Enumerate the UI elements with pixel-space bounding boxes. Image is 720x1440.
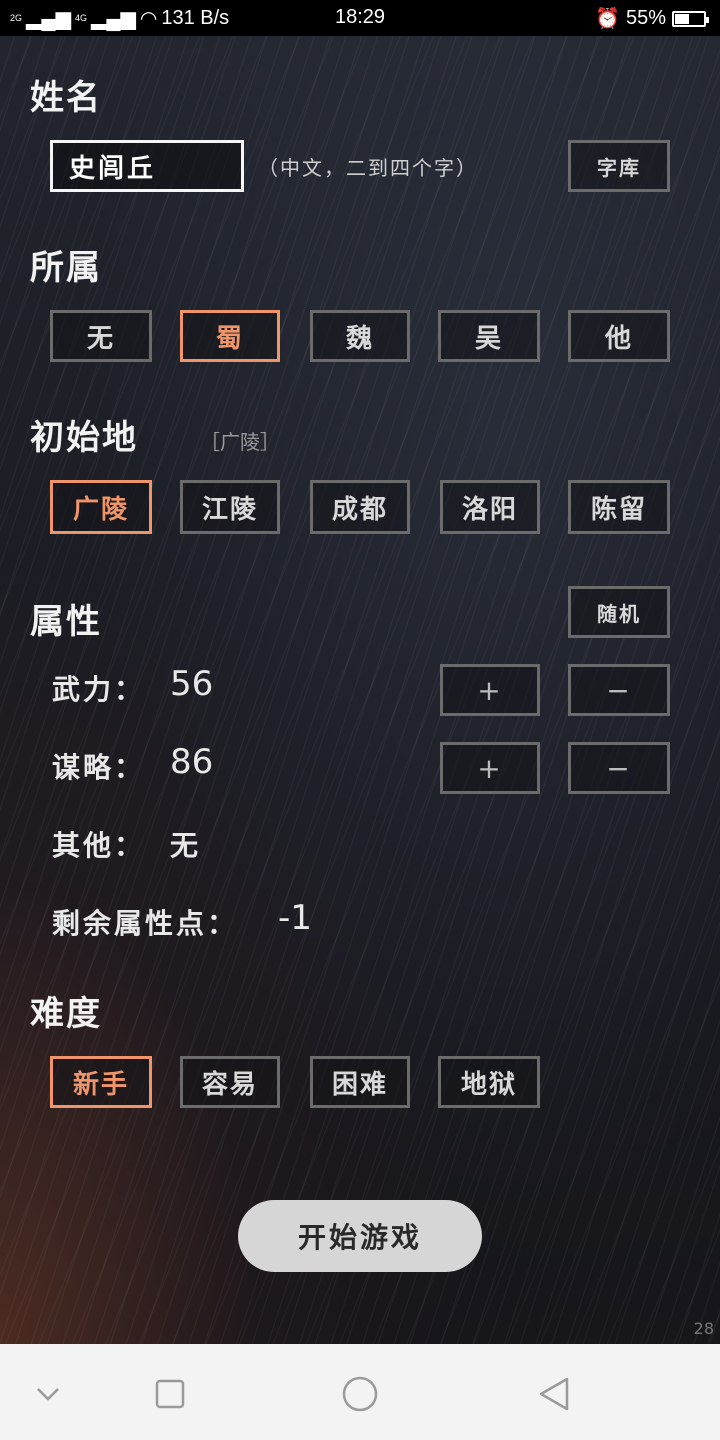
difficulty-heading: 难度 [30,994,102,1034]
name-library-button[interactable]: 字库 [568,140,670,192]
force-label: 武力： [52,673,146,706]
battery-fill [675,13,689,24]
status-bar: 2G ▂▄▆ 4G ▂▄▆ ◠ 131 B/s 18:29 ⏰ 55% [0,0,720,36]
origin-option-chenliu[interactable]: 陈留 [568,480,670,534]
difficulty-option-easy[interactable]: 容易 [180,1056,280,1108]
force-plus-button[interactable]: + [440,664,540,716]
origin-current-note: ［广陵］ [200,430,280,454]
strategy-value: 86 [170,742,214,782]
start-game-button[interactable]: 开始游戏 [238,1200,482,1272]
origin-option-guangling[interactable]: 广陵 [50,480,152,534]
strategy-label: 谋略： [52,751,146,784]
origin-heading: 初始地 [30,418,138,458]
origin-option-jiangling[interactable]: 江陵 [180,480,280,534]
game-screen: 姓名 史闾丘 （中文，二到四个字） 字库 所属 无 蜀 魏 吴 他 初始地 ［广… [0,36,720,1344]
random-button[interactable]: 随机 [568,586,670,638]
force-value: 56 [170,664,214,704]
other-label: 其他： [52,829,146,862]
back-icon[interactable] [534,1374,574,1414]
difficulty-option-hell[interactable]: 地狱 [438,1056,540,1108]
fps-counter: 28 [693,1319,714,1338]
difficulty-option-hard[interactable]: 困难 [310,1056,410,1108]
difficulty-option-novice[interactable]: 新手 [50,1056,152,1108]
origin-option-chengdu[interactable]: 成都 [310,480,410,534]
force-minus-button[interactable]: − [568,664,670,716]
faction-option-wei[interactable]: 魏 [310,310,410,362]
faction-option-other[interactable]: 他 [568,310,670,362]
name-input[interactable]: 史闾丘 [50,140,244,192]
other-value: 无 [170,829,202,862]
attribute-heading: 属性 [30,602,102,642]
name-heading: 姓名 [30,78,102,118]
faction-heading: 所属 [30,248,102,288]
origin-option-luoyang[interactable]: 洛阳 [440,480,540,534]
chevron-down-icon[interactable] [28,1374,68,1414]
remaining-points-value: -1 [278,898,312,938]
faction-option-wu[interactable]: 吴 [438,310,540,362]
battery-percent: 55% [625,7,666,29]
name-hint: （中文，二到四个字） [258,156,478,180]
status-right: ⏰ 55% [595,6,709,31]
home-icon[interactable] [340,1374,380,1414]
strategy-minus-button[interactable]: − [568,742,670,794]
alarm-icon: ⏰ [595,8,620,30]
battery-icon [672,10,709,27]
remaining-points-label: 剩余属性点： [52,907,239,940]
strategy-plus-button[interactable]: + [440,742,540,794]
faction-option-none[interactable]: 无 [50,310,152,362]
recent-apps-icon[interactable] [150,1374,190,1414]
faction-option-shu[interactable]: 蜀 [180,310,280,362]
navigation-bar [0,1344,720,1440]
